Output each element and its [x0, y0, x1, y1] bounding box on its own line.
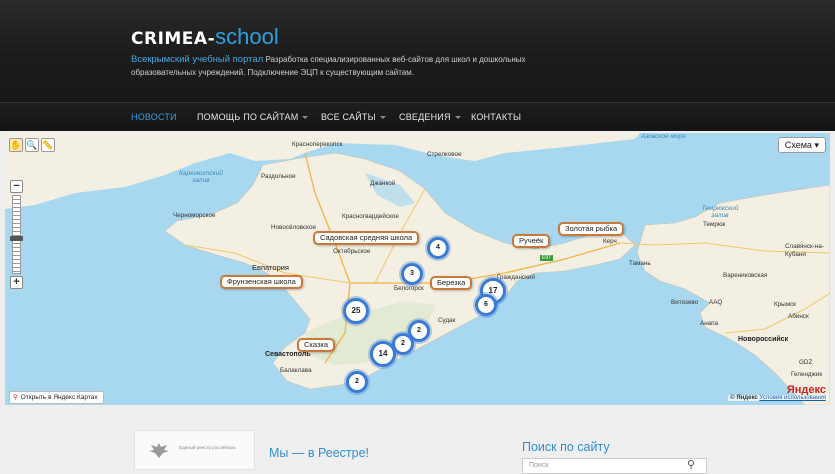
- school-label[interactable]: Сказка: [297, 338, 336, 352]
- copyright-text: © Яндекс: [730, 395, 758, 401]
- place-kerch: Керч: [603, 238, 617, 245]
- place-chernomorskoe: Черноморское: [173, 212, 216, 219]
- zoom-slider[interactable]: [12, 195, 21, 274]
- nav-label: ПОМОЩЬ ПО САЙТАМ: [197, 112, 299, 122]
- place-karkinit-bay: Каркинитский залив: [179, 170, 223, 184]
- open-link-label: Открыть в Яндекс.Картах: [20, 394, 98, 401]
- search-input[interactable]: Поиск: [522, 458, 707, 474]
- place-sevastopol: Севастополь: [265, 351, 311, 358]
- nav-item-help[interactable]: ПОМОЩЬ ПО САЙТАМ: [197, 112, 309, 122]
- place-novoselovskoe: Новосёловское: [271, 224, 316, 231]
- place-varenikovskaya: Варениковская: [723, 272, 768, 279]
- place-krymsk: Крымск: [774, 301, 796, 308]
- school-label[interactable]: Березка: [430, 276, 473, 290]
- place-grazhdanskiy: Гражданский: [497, 274, 535, 281]
- map-layer-label: Схема: [784, 140, 812, 150]
- zoom-out-button[interactable]: −: [10, 180, 23, 193]
- place-sudak: Судак: [438, 317, 456, 324]
- zoom-area-icon[interactable]: 🔍: [25, 138, 39, 152]
- zoom-control: − +: [10, 180, 23, 289]
- place-vityazevo: Витязево: [671, 299, 699, 306]
- zoom-in-button[interactable]: +: [10, 276, 23, 289]
- place-strelkovoe: Стрелковое: [427, 151, 462, 158]
- content-area: Единый реестр российских Мы — в Реестре!…: [0, 405, 835, 474]
- place-abinsk: Абинск: [788, 313, 809, 320]
- nav-item-news[interactable]: НОВОСТИ: [131, 112, 177, 122]
- nav-item-all-sites[interactable]: ВСЕ САЙТЫ: [321, 112, 386, 122]
- nav-item-contacts[interactable]: КОНТАКТЫ: [471, 112, 521, 122]
- map-cluster[interactable]: 14: [370, 341, 396, 367]
- tagline-highlight: Всекрымский учебный портал: [131, 54, 264, 65]
- place-airport-gdz: GDZ: [799, 359, 813, 366]
- logo-part1: CRIMEA-: [131, 29, 216, 49]
- place-dzhankoy: Джанкой: [370, 180, 396, 187]
- site-tagline: Всекрымский учебный портал Разработка сп…: [131, 53, 531, 79]
- search-icon[interactable]: ⚲: [687, 458, 695, 471]
- open-in-yandex-maps-link[interactable]: ⚲ Открыть в Яндекс.Картах: [9, 391, 104, 404]
- place-gelendzhik: Геленджик: [791, 371, 823, 378]
- place-airport-aaq: AAQ: [709, 299, 723, 306]
- registry-heading: Мы — в Реестре!: [269, 446, 369, 460]
- place-belogorsk: Белогорск: [394, 285, 424, 292]
- main-nav: НОВОСТИ ПОМОЩЬ ПО САЙТАМ ВСЕ САЙТЫ СВЕДЕ…: [0, 102, 835, 131]
- school-label[interactable]: Золотая рыбка: [558, 222, 625, 236]
- ruler-icon[interactable]: 📏: [41, 138, 55, 152]
- place-krasnogvardeyskoe: Красногвардейское: [342, 213, 399, 220]
- registry-text: Единый реестр российских: [179, 445, 236, 450]
- nav-label: НОВОСТИ: [131, 112, 177, 122]
- logo-part2: school: [215, 24, 279, 49]
- place-novorossiysk: Новороссийск: [738, 336, 789, 343]
- caret-down-icon: [302, 116, 309, 120]
- place-razdolnoe: Раздольное: [261, 173, 296, 180]
- site-logo[interactable]: CRIMEA-school: [131, 24, 279, 52]
- map-cluster[interactable]: 25: [343, 298, 369, 324]
- nav-label: КОНТАКТЫ: [471, 112, 522, 122]
- road-sign: Е97: [540, 255, 553, 261]
- nav-label: СВЕДЕНИЯ: [399, 112, 451, 122]
- map-cluster[interactable]: 3: [401, 263, 423, 285]
- map-pin-icon: ⚲: [13, 394, 18, 401]
- terms-link[interactable]: Условия использования: [759, 395, 826, 401]
- nav-item-info[interactable]: СВЕДЕНИЯ: [399, 112, 461, 122]
- registry-banner[interactable]: Единый реестр российских: [134, 430, 255, 470]
- map-cluster[interactable]: 2: [346, 371, 368, 393]
- triangle-down-icon: ▾: [814, 140, 819, 150]
- school-label[interactable]: Садовская средняя школа: [313, 231, 420, 245]
- hand-icon[interactable]: ✋: [9, 138, 23, 152]
- map-cluster[interactable]: 6: [475, 294, 497, 316]
- place-oktyabrskoe: Октябрьское: [333, 248, 371, 255]
- place-azov-sea: Азовское море: [641, 133, 686, 140]
- zoom-slider-handle[interactable]: [10, 236, 23, 241]
- caret-down-icon: [379, 116, 386, 120]
- place-krasnoperekopsk: Красноперекопск: [292, 141, 343, 148]
- place-temryuk: Темрюк: [703, 221, 726, 228]
- place-temryuk-bay: Темрюкский залив: [701, 205, 739, 219]
- site-header: CRIMEA-school Всекрымский учебный портал…: [0, 0, 835, 102]
- map-toolbar: ✋ 🔍 📏: [9, 138, 55, 152]
- nav-label: ВСЕ САЙТЫ: [321, 112, 376, 122]
- yandex-map[interactable]: Азовское море Каркинитский залив Красноп…: [5, 133, 830, 405]
- school-label[interactable]: Фрунзенская школа: [220, 275, 303, 289]
- school-label[interactable]: Ручеёк: [512, 234, 551, 248]
- map-copyright: © Яндекс Условия использования: [728, 395, 828, 401]
- place-evpatoria: Евпатория: [252, 263, 289, 272]
- caret-down-icon: [454, 116, 461, 120]
- eagle-emblem-icon: [149, 443, 169, 458]
- search-heading: Поиск по сайту: [522, 440, 610, 454]
- map-cluster[interactable]: 4: [427, 237, 449, 259]
- place-anapa: Анапа: [700, 320, 719, 327]
- place-taman: Тамань: [629, 260, 651, 267]
- place-balaklava: Балаклава: [280, 367, 312, 374]
- place-slavyansk: Славянск-на-Кубани: [785, 243, 824, 258]
- map-layer-button[interactable]: Схема ▾: [777, 137, 826, 153]
